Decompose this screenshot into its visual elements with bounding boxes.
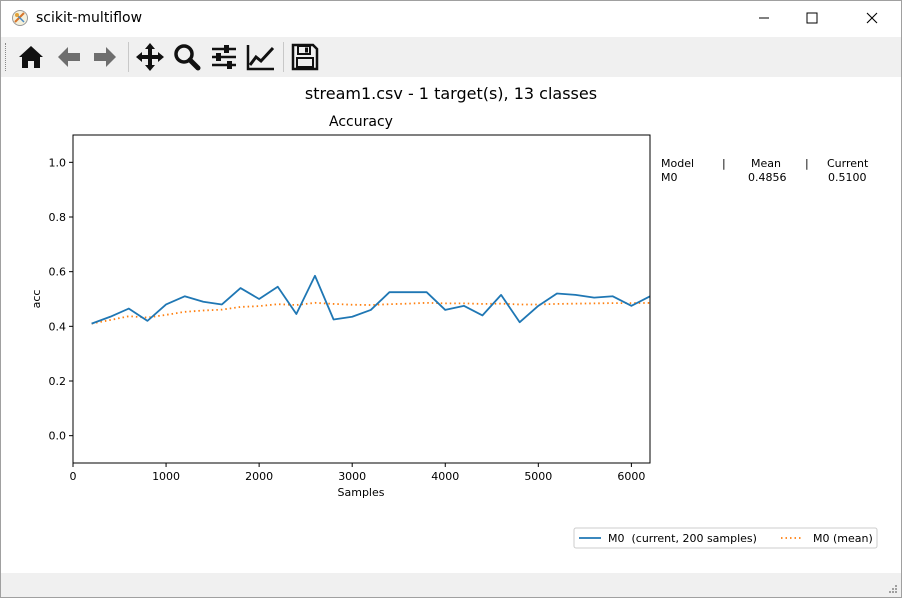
- forward-button[interactable]: [89, 41, 121, 73]
- table-header-current: Current: [827, 157, 869, 170]
- y-tick-label: 0.0: [49, 430, 67, 443]
- toolbar-grip[interactable]: [5, 43, 8, 71]
- sliders-icon: [212, 45, 236, 69]
- minimize-icon: [759, 17, 769, 19]
- x-tick-label: 5000: [524, 470, 552, 483]
- line-chart-icon: [246, 45, 275, 71]
- table-cell-model: M0: [661, 171, 678, 184]
- y-axis-label: acc: [30, 290, 43, 309]
- table-header-sep: |: [722, 157, 726, 170]
- resize-grip-icon[interactable]: [888, 584, 898, 594]
- customize-button[interactable]: [245, 41, 277, 73]
- series-line-mean: [91, 301, 651, 325]
- table-header-sep: |: [805, 157, 809, 170]
- y-tick-label: 0.2: [49, 375, 67, 388]
- table-cell-current: 0.5100: [828, 171, 867, 184]
- close-button[interactable]: [849, 1, 895, 35]
- x-tick-label: 4000: [431, 470, 459, 483]
- toolbar: [1, 37, 901, 77]
- pan-icon: [136, 43, 164, 71]
- figure-suptitle: stream1.csv - 1 target(s), 13 classes: [305, 84, 597, 103]
- series-line-current: [91, 274, 651, 325]
- close-icon: [866, 12, 878, 24]
- table-header-model: Model: [661, 157, 694, 170]
- legend-label-mean: M0 (mean): [813, 532, 873, 545]
- x-tick-label: 6000: [617, 470, 645, 483]
- toolbar-separator: [128, 42, 129, 72]
- plot-area: 0 1000 2000 3000 4000 5000 6000 0.0 0.2 0.4 0.6 0.8…: [49, 156, 651, 483]
- figure-canvas[interactable]: stream1.csv - 1 target(s), 13 classes Ac…: [1, 77, 901, 571]
- app-icon: [12, 10, 28, 26]
- toolbar-separator: [283, 42, 284, 72]
- arrow-right-icon: [94, 47, 116, 67]
- title-bar: scikit-multiflow: [1, 1, 901, 36]
- pan-button[interactable]: [134, 41, 166, 73]
- axes-frame: [72, 134, 651, 464]
- y-tick-label: 0.4: [49, 320, 67, 333]
- back-button[interactable]: [53, 41, 85, 73]
- y-tick-label: 1.0: [49, 156, 67, 169]
- x-tick-label: 3000: [338, 470, 366, 483]
- x-tick-label: 2000: [245, 470, 273, 483]
- status-bar: [1, 573, 901, 597]
- figure: stream1.csv - 1 target(s), 13 classes Ac…: [30, 84, 878, 549]
- zoom-icon: [174, 44, 201, 71]
- y-tick-label: 0.6: [49, 266, 67, 279]
- maximize-button[interactable]: [789, 1, 835, 35]
- minimize-button[interactable]: [741, 1, 787, 35]
- window-title: scikit-multiflow: [36, 10, 143, 26]
- legend-label-current: M0 (current, 200 samples): [608, 532, 757, 545]
- save-button[interactable]: [289, 41, 321, 73]
- arrow-left-icon: [58, 47, 80, 67]
- home-button[interactable]: [15, 41, 47, 73]
- table-cell-mean: 0.4856: [748, 171, 787, 184]
- legend: M0 (current, 200 samples) M0 (mean): [573, 527, 878, 549]
- app-window: scikit-multiflow stream1.csv - 1 target(…: [0, 0, 902, 598]
- chart-title: Accuracy: [329, 114, 393, 130]
- zoom-button[interactable]: [171, 41, 203, 73]
- subplots-button[interactable]: [208, 41, 240, 73]
- maximize-icon: [806, 12, 818, 24]
- y-tick-label: 0.8: [49, 211, 67, 224]
- table-header-mean: Mean: [751, 157, 781, 170]
- summary-table: Model | Mean | Current M0 0.4856 0.5100: [661, 157, 869, 184]
- x-tick-label: 0: [70, 470, 77, 483]
- save-icon: [291, 43, 319, 71]
- x-tick-label: 1000: [152, 470, 180, 483]
- x-axis-label: Samples: [338, 486, 385, 499]
- home-icon: [19, 46, 43, 68]
